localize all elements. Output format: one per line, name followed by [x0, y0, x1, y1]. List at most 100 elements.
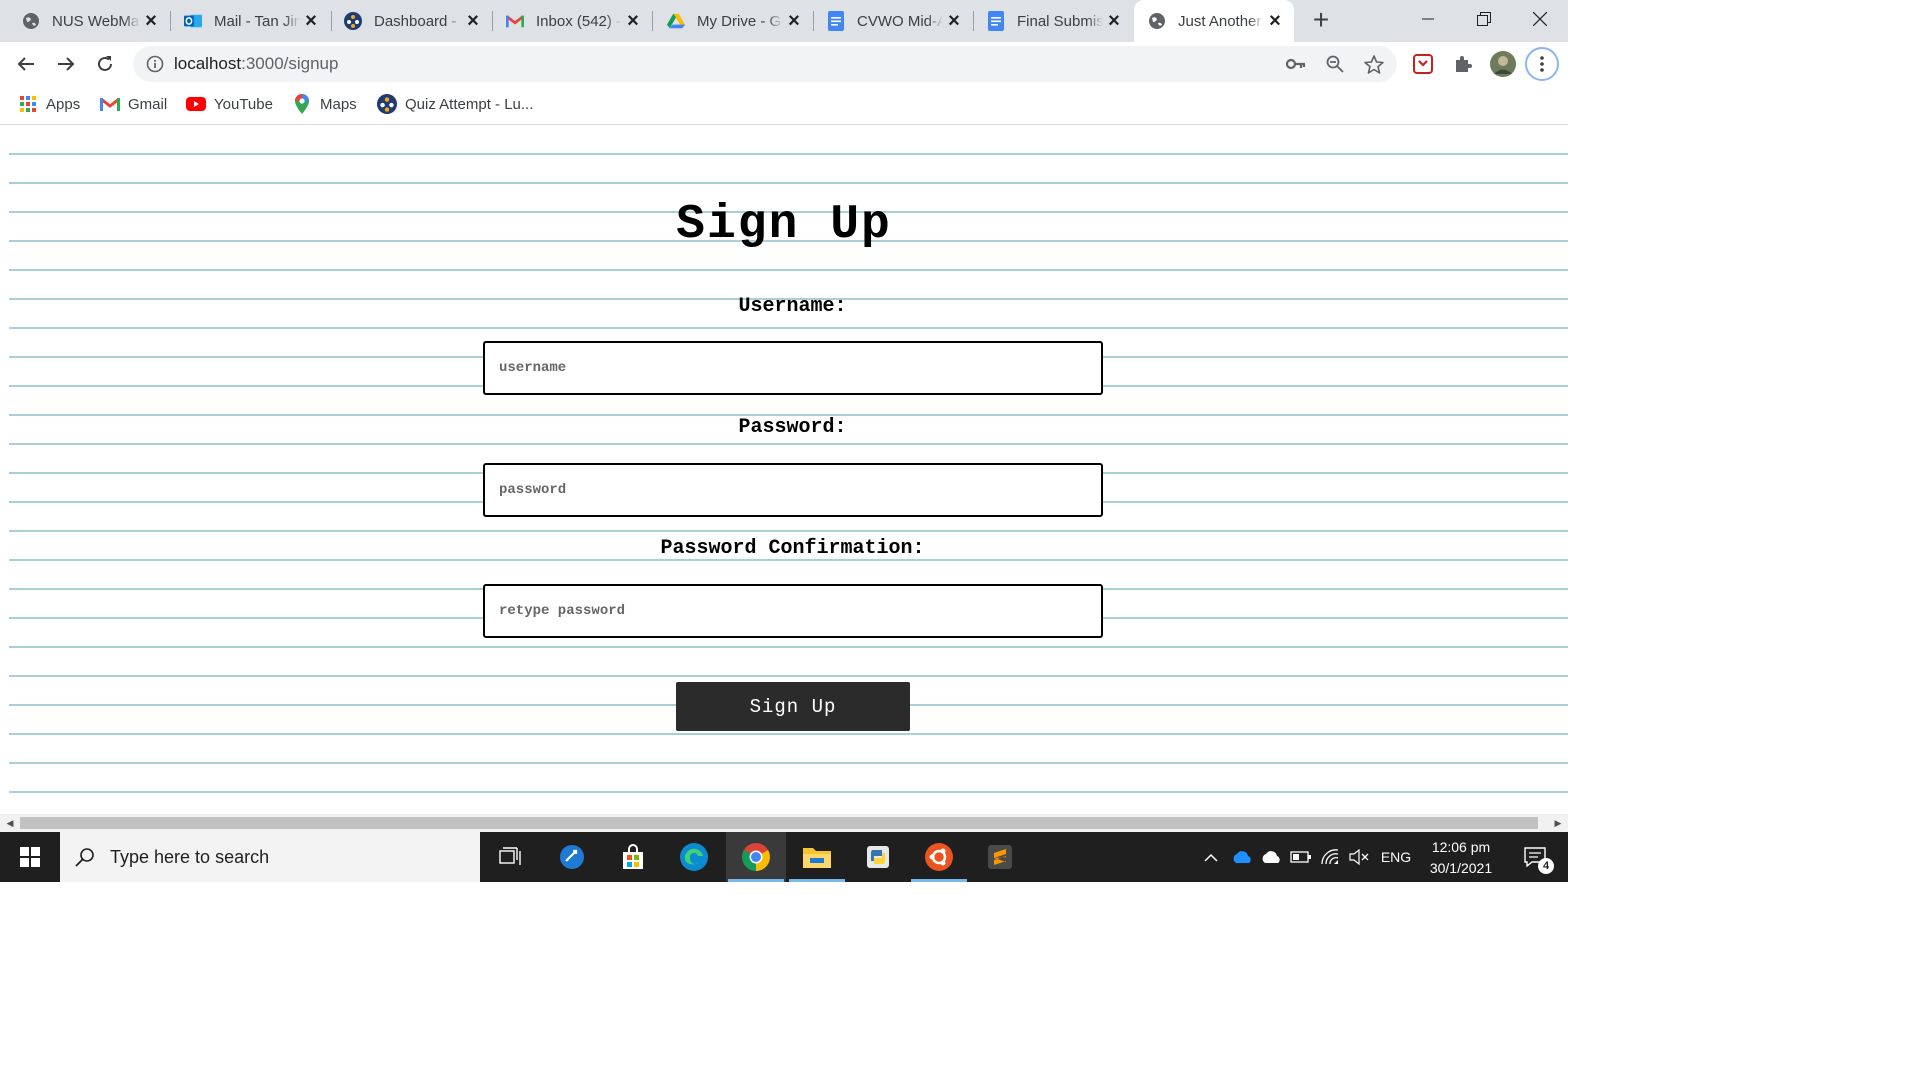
scrollbar-thumb[interactable] [20, 817, 1538, 829]
forward-arrow-icon[interactable] [52, 50, 80, 78]
password-label: Password: [738, 416, 847, 439]
luminus-icon [377, 94, 397, 114]
onedrive-white-icon[interactable] [1257, 832, 1285, 882]
close-tab-icon[interactable]: × [462, 10, 484, 32]
restore-icon[interactable] [1456, 0, 1512, 38]
signup-form: Sign Up Username: Password: Password Con… [0, 126, 1568, 814]
chrome-app-icon[interactable] [726, 832, 786, 882]
tab-strip: NUS WebMail × Mail - Tan Jin × Dashboard… [0, 0, 1568, 42]
maps-pin-icon [292, 94, 312, 114]
volume-muted-icon[interactable] [1345, 832, 1373, 882]
bookmark-maps[interactable]: Maps [292, 94, 357, 114]
url-text[interactable]: localhost:3000/signup [174, 54, 338, 74]
page-viewport: Sign Up Username: Password: Password Con… [0, 126, 1568, 814]
python-app-icon[interactable] [848, 832, 908, 882]
youtube-icon [186, 94, 206, 114]
extensions-puzzle-icon[interactable] [1451, 52, 1475, 76]
close-tab-icon[interactable]: × [783, 10, 805, 32]
page-title: Sign Up [676, 198, 892, 252]
close-tab-icon[interactable]: × [1103, 10, 1125, 32]
windows-start-icon[interactable] [0, 832, 60, 882]
url-path: :3000/signup [241, 54, 339, 73]
password-confirmation-input[interactable] [483, 584, 1103, 638]
address-bar[interactable]: localhost:3000/signup [133, 46, 1397, 82]
site-info-icon[interactable] [143, 52, 167, 76]
password-input[interactable] [483, 463, 1103, 517]
scroll-right-arrow-icon[interactable]: ▶ [1552, 817, 1564, 829]
browser-toolbar: localhost:3000/signup [0, 42, 1568, 86]
running-app-indicator [789, 879, 845, 882]
bookmark-label: Maps [320, 95, 357, 113]
bookmark-label: YouTube [214, 95, 273, 113]
ubuntu-app-icon[interactable] [909, 832, 969, 882]
zoom-out-icon[interactable] [1323, 52, 1347, 76]
file-explorer-icon[interactable] [787, 832, 847, 882]
password-confirmation-label: Password Confirmation: [660, 537, 925, 560]
drive-icon [667, 12, 685, 30]
microsoft-store-icon[interactable] [603, 832, 663, 882]
chrome-menu-icon[interactable] [1525, 47, 1559, 81]
edge-legacy-app-icon[interactable] [542, 832, 602, 882]
windows-taskbar: Type here to search ENG 12:06 pm 30/1/20… [0, 832, 1568, 882]
reload-icon[interactable] [91, 50, 119, 78]
url-host: localhost [174, 54, 242, 73]
battery-icon[interactable] [1287, 832, 1315, 882]
tab-google-drive[interactable]: My Drive - Google Drive × [645, 0, 813, 42]
close-tab-icon[interactable]: × [622, 10, 644, 32]
close-tab-icon[interactable]: × [300, 10, 322, 32]
back-arrow-icon[interactable] [12, 50, 40, 78]
clock-time: 12:06 pm [1431, 839, 1491, 855]
taskbar-search-box[interactable]: Type here to search [60, 832, 480, 882]
show-hidden-icons-chevron-icon[interactable] [1198, 832, 1224, 882]
tab-cvwo-doc[interactable]: CVWO Mid-Assignment × [805, 0, 973, 42]
search-placeholder: Type here to search [110, 846, 270, 867]
tab-gmail-inbox[interactable]: Inbox (542) - Gmail × [484, 0, 652, 42]
horizontal-scrollbar[interactable]: ◀ ▶ [0, 814, 1568, 832]
luminus-icon [344, 12, 362, 30]
taskbar-clock[interactable]: 12:06 pm 30/1/2021 [1418, 837, 1504, 879]
bookmark-label: Quiz Attempt - Lu... [405, 95, 534, 113]
tab-final-submission[interactable]: Final Submission × [965, 0, 1133, 42]
action-center-icon[interactable]: 4 [1510, 832, 1560, 882]
sublime-text-icon[interactable] [970, 832, 1030, 882]
close-tab-icon[interactable]: × [943, 10, 965, 32]
tab-dashboard[interactable]: Dashboard - LumiNUS × [322, 0, 492, 42]
bookmark-apps[interactable]: Apps [18, 94, 80, 114]
docs-icon [827, 11, 845, 31]
profile-avatar[interactable] [1489, 50, 1517, 78]
bookmark-label: Gmail [128, 95, 168, 113]
bookmarks-bar: Apps Gmail YouTube Maps Quiz Attempt - L… [0, 86, 1568, 125]
notification-count-badge: 4 [1538, 858, 1554, 874]
clock-date: 30/1/2021 [1429, 860, 1493, 876]
running-app-indicator [911, 879, 967, 882]
tab-nus-webmail[interactable]: NUS WebMail × [0, 0, 170, 42]
gmail-icon [506, 12, 524, 30]
edge-app-icon[interactable] [664, 832, 724, 882]
bookmark-star-icon[interactable] [1362, 52, 1386, 76]
wifi-icon[interactable] [1316, 832, 1344, 882]
close-tab-icon[interactable]: × [140, 10, 162, 32]
key-icon[interactable] [1284, 52, 1308, 76]
bookmark-youtube[interactable]: YouTube [186, 94, 273, 114]
tab-just-another-active[interactable]: Just Another × [1134, 0, 1294, 42]
new-tab-button[interactable]: + [1307, 6, 1335, 35]
globe-icon [1148, 12, 1166, 30]
tab-outlook-mail[interactable]: Mail - Tan Jin × [162, 0, 330, 42]
username-input[interactable] [483, 341, 1103, 395]
task-view-icon[interactable] [480, 832, 540, 882]
close-tab-icon[interactable]: × [1264, 10, 1286, 32]
bookmark-gmail[interactable]: Gmail [100, 94, 167, 114]
bookmark-quiz-attempt[interactable]: Quiz Attempt - Lu... [377, 94, 533, 114]
onedrive-blue-icon[interactable] [1228, 832, 1256, 882]
close-window-icon[interactable] [1512, 0, 1568, 38]
language-indicator[interactable]: ENG [1376, 832, 1416, 882]
sign-up-button[interactable]: Sign Up [676, 682, 910, 731]
scroll-left-arrow-icon[interactable]: ◀ [4, 817, 16, 829]
username-label: Username: [738, 295, 847, 318]
gmail-icon [100, 94, 120, 114]
bookmark-label: Apps [46, 95, 81, 113]
apps-grid-icon [18, 94, 38, 114]
pocket-extension-icon[interactable] [1411, 52, 1435, 76]
minimize-icon[interactable] [1400, 0, 1456, 38]
docs-icon [987, 11, 1005, 31]
